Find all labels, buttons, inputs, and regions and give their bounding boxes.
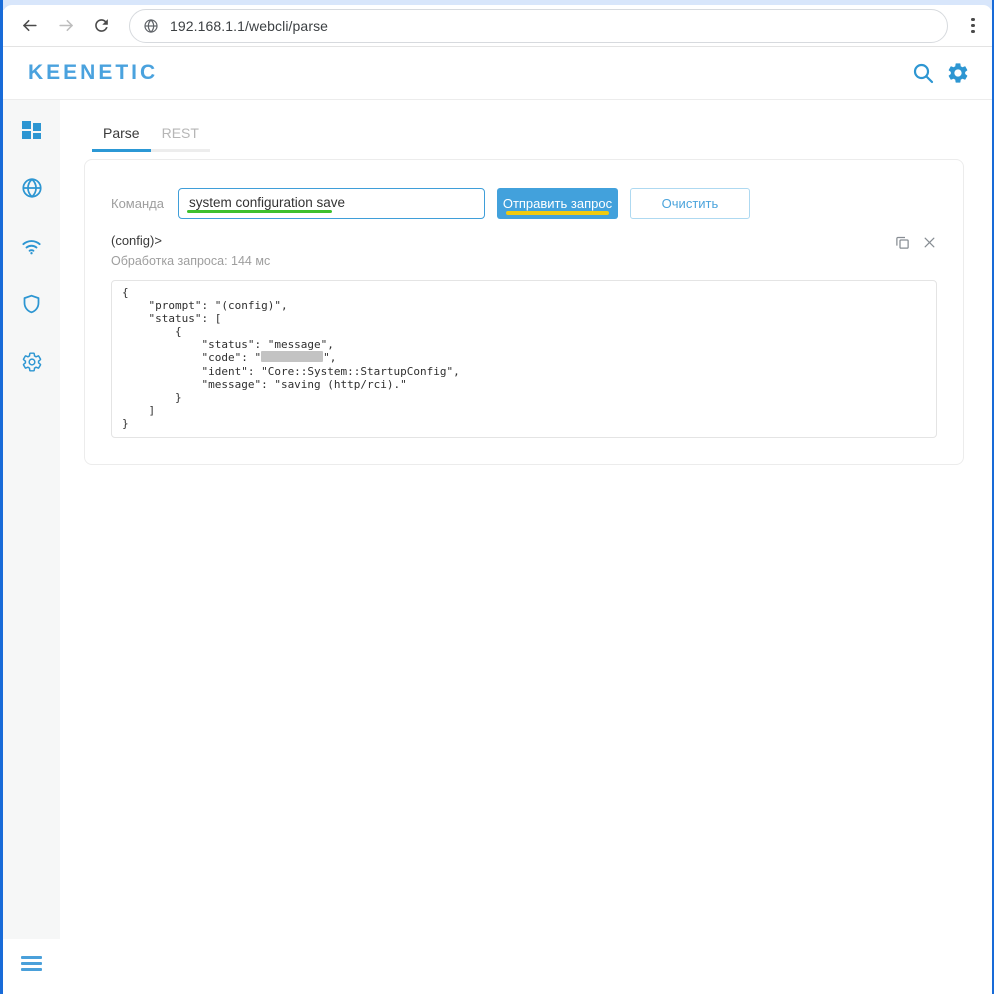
address-bar[interactable]: 192.168.1.1/webcli/parse [129, 9, 948, 43]
output-header: (config)> Обработка запроса: 144 мс [111, 233, 937, 268]
processing-time: Обработка запроса: 144 мс [111, 254, 270, 268]
redacted-value [261, 351, 323, 362]
json-output[interactable]: { "prompt": "(config)", "status": [ { "s… [111, 280, 937, 438]
site-globe-icon [143, 18, 159, 34]
sidebar-item-dashboard[interactable] [19, 118, 45, 142]
wifi-icon [20, 235, 43, 258]
hamburger-menu-icon[interactable] [15, 950, 48, 977]
keenetic-logo: KEENETIC [28, 61, 158, 85]
back-icon[interactable] [17, 14, 41, 38]
copy-icon[interactable] [895, 235, 910, 250]
forward-icon[interactable] [54, 14, 78, 38]
command-form: Команда Отправить запрос Очистить [111, 188, 937, 219]
code-line: "ident": "Core::System::StartupConfig", [122, 365, 926, 378]
tab-parse[interactable]: Parse [92, 119, 151, 152]
gear-icon[interactable] [946, 61, 970, 85]
browser-menu-icon[interactable] [964, 14, 982, 38]
command-input[interactable] [178, 188, 485, 219]
code-line: "code": "", [122, 351, 926, 364]
submit-request-label: Отправить запрос [503, 196, 612, 211]
cli-prompt: (config)> [111, 233, 270, 248]
tab-strip: Parse REST [92, 119, 992, 152]
sidebar-item-wifi[interactable] [19, 234, 45, 258]
sidebar-footer [3, 939, 60, 988]
browser-toolbar: 192.168.1.1/webcli/parse [3, 5, 992, 47]
code-line: ] [122, 404, 926, 417]
sidebar-item-internet[interactable] [19, 176, 45, 200]
app-header: KEENETIC [3, 47, 992, 100]
code-line: "message": "saving (http/rci)." [122, 378, 926, 391]
reload-icon[interactable] [89, 14, 113, 38]
submit-request-button[interactable]: Отправить запрос [497, 188, 618, 219]
browser-window: 192.168.1.1/webcli/parse KEENETIC [0, 0, 994, 994]
code-line: "status": "message", [122, 338, 926, 351]
code-line: "prompt": "(config)", [122, 299, 926, 312]
sidebar-item-management[interactable] [19, 350, 45, 374]
internet-globe-icon [21, 177, 43, 199]
sidebar-menu [3, 100, 60, 939]
code-line: } [122, 417, 926, 430]
url-text: 192.168.1.1/webcli/parse [170, 18, 328, 34]
dashboard-icon [21, 120, 42, 141]
code-line: { [122, 286, 926, 299]
shield-icon [21, 293, 42, 315]
parse-panel: Команда Отправить запрос Очистить (confi… [84, 159, 964, 465]
tab-rest[interactable]: REST [151, 119, 210, 152]
command-label: Команда [111, 196, 164, 211]
yellow-underline-annotation [506, 211, 609, 215]
code-line: } [122, 391, 926, 404]
main-content: Parse REST Команда Отправить запрос Очис… [60, 100, 992, 988]
search-icon[interactable] [911, 61, 935, 85]
management-gear-icon [21, 351, 43, 373]
sidebar-item-security[interactable] [19, 292, 45, 316]
clear-button[interactable]: Очистить [630, 188, 750, 219]
close-icon[interactable] [923, 236, 936, 249]
sidebar [3, 100, 60, 988]
code-line: { [122, 325, 926, 338]
code-line: "status": [ [122, 312, 926, 325]
